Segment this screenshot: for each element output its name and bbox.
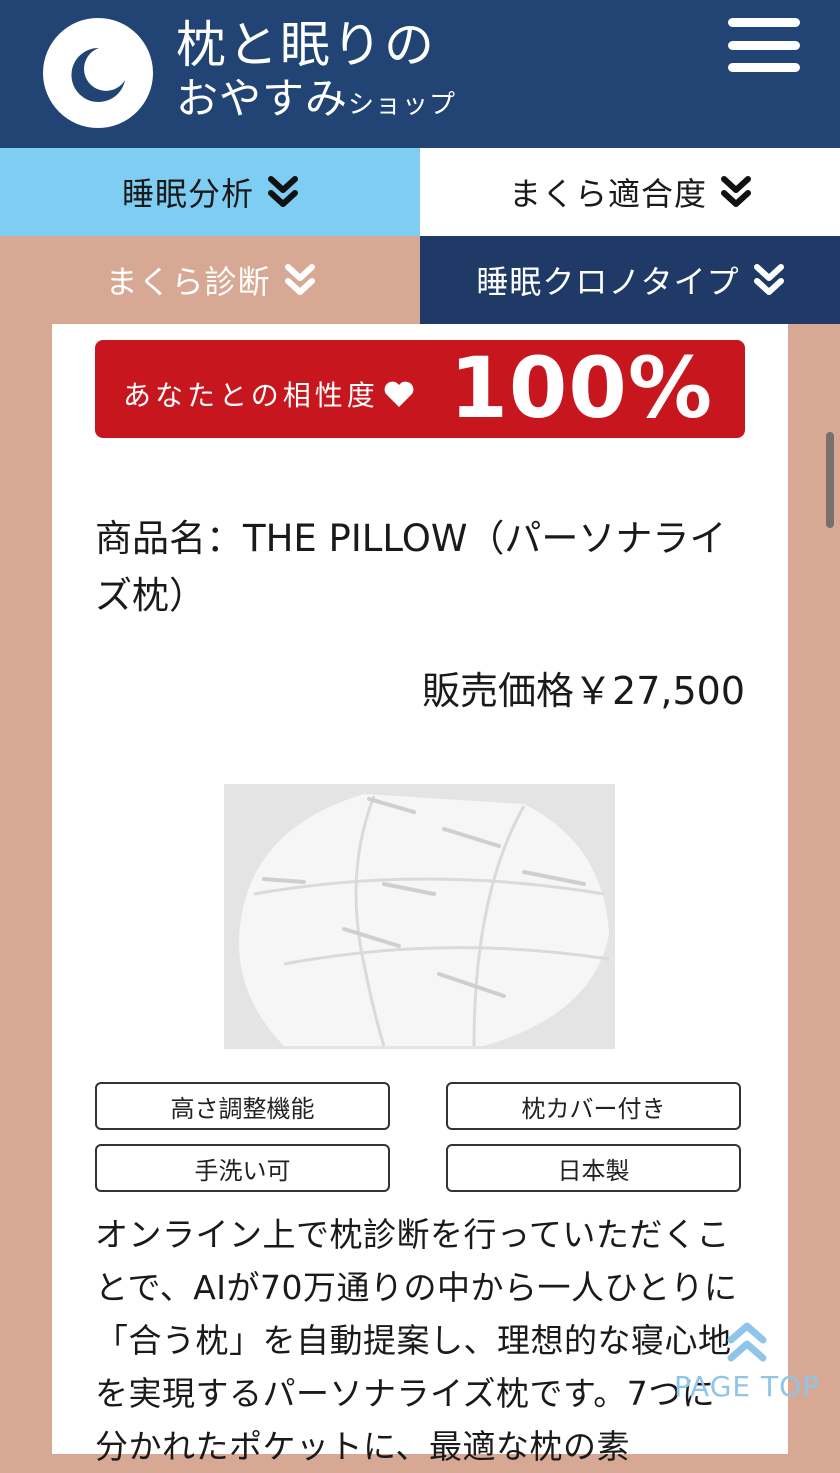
product-description: オンライン上で枕診断を行っていただくことで、AIが70万通りの中から一人ひとりに…	[95, 1215, 738, 1466]
double-chevron-down-icon	[268, 176, 298, 207]
double-chevron-up-icon	[727, 1322, 767, 1362]
nav-pillow-diagnosis[interactable]: まくら診断	[0, 236, 420, 324]
scrollbar-thumb[interactable]	[826, 432, 834, 528]
nav-label: 睡眠分析	[121, 175, 254, 213]
product-card: あなたとの相性度 100% 商品名：THE PILLOW（パーソナライズ枕） 販…	[52, 324, 788, 1466]
product-price: 販売価格￥27,500	[422, 669, 745, 713]
nav-pillow-fit[interactable]: まくら適合度	[420, 148, 840, 236]
menu-line	[728, 63, 800, 72]
match-banner: あなたとの相性度 100%	[95, 340, 745, 438]
feature-tag: 手洗い可	[95, 1144, 390, 1192]
match-label-text: あなたとの相性度	[123, 379, 379, 412]
nav-sleep-analysis[interactable]: 睡眠分析	[0, 148, 420, 236]
match-value: 100%	[449, 339, 713, 437]
logo-subtitle-main: おやすみ	[176, 74, 349, 123]
pillow-image[interactable]	[224, 784, 615, 1049]
double-chevron-down-icon	[284, 264, 315, 295]
page-top-button[interactable]: PAGE TOP	[672, 1320, 822, 1410]
match-label: あなたとの相性度	[123, 374, 415, 414]
logo-subtitle-small: ショップ	[348, 90, 457, 120]
site-logo[interactable]: 枕と眠りの おやすみショップ	[176, 20, 456, 120]
feature-tag: 高さ調整機能	[95, 1082, 390, 1130]
nav-sleep-chronotype[interactable]: 睡眠クロノタイプ	[420, 236, 840, 324]
double-chevron-down-icon	[753, 264, 784, 295]
feature-tag: 枕カバー付き	[446, 1082, 741, 1130]
hamburger-menu-icon[interactable]	[728, 14, 800, 76]
product-name: 商品名：THE PILLOW（パーソナライズ枕）	[95, 517, 727, 617]
pillow-illustration	[224, 784, 615, 1049]
moon-icon[interactable]	[43, 18, 153, 128]
menu-line	[728, 40, 800, 50]
nav-label: まくら診断	[105, 263, 271, 301]
site-header: 枕と眠りの おやすみショップ	[0, 0, 840, 148]
feature-tag: 日本製	[446, 1144, 741, 1192]
logo-subtitle: おやすみショップ	[176, 78, 456, 120]
heart-icon	[384, 381, 414, 407]
nav-label: まくら適合度	[508, 175, 707, 213]
page-top-label: PAGE TOP	[673, 1370, 821, 1403]
double-chevron-down-icon	[721, 176, 751, 207]
logo-title: 枕と眠りの	[176, 16, 436, 74]
menu-line	[728, 18, 800, 27]
nav-label: 睡眠クロノタイプ	[476, 263, 740, 301]
